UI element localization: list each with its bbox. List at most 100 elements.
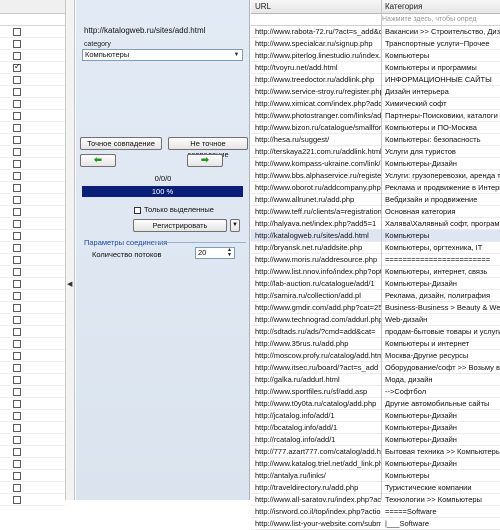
table-row[interactable]: http://bcatalog.info/add/1 Компьютеры-Диз…: [251, 422, 500, 434]
list-item[interactable]: [0, 194, 65, 206]
table-row[interactable]: http://www.katalog.triel.net/add_link.ph…: [251, 458, 500, 470]
row-checkbox[interactable]: [13, 28, 21, 36]
row-checkbox[interactable]: [13, 52, 21, 60]
row-checkbox[interactable]: [13, 472, 21, 480]
list-item[interactable]: [0, 26, 65, 38]
table-row[interactable]: http://galka.ru/addurl.html Мода, дизайн: [251, 374, 500, 386]
row-checkbox[interactable]: [13, 76, 21, 84]
row-checkbox[interactable]: [13, 484, 21, 492]
list-item[interactable]: [0, 266, 65, 278]
list-item[interactable]: [0, 494, 65, 506]
category-select[interactable]: Компьютеры ▼: [82, 49, 243, 61]
table-row[interactable]: http://rcatalog.info/add/1 Компьютеры-Диз…: [251, 434, 500, 446]
row-checkbox[interactable]: [13, 208, 21, 216]
table-filter-row[interactable]: Нажмите здесь, чтобы опред: [251, 14, 500, 26]
checkbox-icon[interactable]: [134, 206, 141, 214]
row-checkbox[interactable]: [13, 62, 21, 72]
list-item[interactable]: [0, 458, 65, 470]
row-checkbox[interactable]: [13, 340, 21, 348]
table-row[interactable]: http://bryansk.net.ru/addsite.php Компьют…: [251, 242, 500, 254]
list-item[interactable]: [0, 86, 65, 98]
list-item[interactable]: [0, 110, 65, 122]
list-item[interactable]: [0, 38, 65, 50]
list-item[interactable]: [0, 398, 65, 410]
list-item[interactable]: [0, 470, 65, 482]
list-item[interactable]: [0, 98, 65, 110]
table-row[interactable]: http://halyava.net/index.php?add5=1 Халяв…: [251, 218, 500, 230]
list-item[interactable]: [0, 422, 65, 434]
list-item[interactable]: [0, 482, 65, 494]
row-checkbox[interactable]: [13, 412, 21, 420]
column-header-category[interactable]: Категория: [385, 2, 422, 11]
table-row[interactable]: http://www.oborot.ru/addcompany.php Рекла…: [251, 182, 500, 194]
column-separator[interactable]: [381, 0, 382, 500]
list-item[interactable]: [0, 50, 65, 62]
table-row[interactable]: http://hesa.ru/suggest/Компьютеры: безоп…: [251, 134, 500, 146]
table-row[interactable]: http://www.technograd.com/addurl.php Web-…: [251, 314, 500, 326]
table-row[interactable]: http://traveldirectory.ru/add.php Туристи…: [251, 482, 500, 494]
list-item[interactable]: [0, 242, 65, 254]
row-checkbox[interactable]: [13, 364, 21, 372]
row-checkbox[interactable]: [13, 400, 21, 408]
row-checkbox[interactable]: [13, 184, 21, 192]
list-item[interactable]: [0, 254, 65, 266]
row-checkbox[interactable]: [13, 256, 21, 264]
list-item[interactable]: [0, 206, 65, 218]
table-row[interactable]: http://jcatalog.info/add/1 Компьютеры-Диз…: [251, 410, 500, 422]
table-row[interactable]: http://777.azart777.com/catalog/add.html…: [251, 446, 500, 458]
row-checkbox[interactable]: [13, 172, 21, 180]
table-row[interactable]: http://www.bizon.ru/catalogue/smallform.…: [251, 122, 500, 134]
row-checkbox[interactable]: [13, 424, 21, 432]
list-item[interactable]: [0, 230, 65, 242]
list-item[interactable]: [0, 134, 65, 146]
table-row[interactable]: http://www.moris.ru/addresource.php =====…: [251, 254, 500, 266]
table-row[interactable]: http://www.ximicat.com/index.php?add=ka Х…: [251, 98, 500, 110]
row-checkbox[interactable]: [13, 196, 21, 204]
list-item[interactable]: [0, 290, 65, 302]
list-item[interactable]: [0, 170, 65, 182]
register-button[interactable]: Регистрировать: [133, 219, 227, 232]
row-checkbox[interactable]: [13, 148, 21, 156]
list-item[interactable]: [0, 302, 65, 314]
list-item[interactable]: [0, 410, 65, 422]
row-checkbox[interactable]: [13, 100, 21, 108]
table-row[interactable]: http://www.bbs.alphaservice.ru/register/…: [251, 170, 500, 182]
table-row[interactable]: http://sdtads.ru/ads/?cmd=add&cat= продам…: [251, 326, 500, 338]
table-row[interactable]: http://www.treedoctor.ru/addlink.php ИНФО…: [251, 74, 500, 86]
row-checkbox[interactable]: [13, 496, 21, 504]
table-row[interactable]: http://tvoyru.net/add.html Компьютеры и п…: [251, 62, 500, 74]
table-row[interactable]: http://antalya.ru/links/Компьютеры: [251, 470, 500, 482]
list-item[interactable]: [0, 434, 65, 446]
table-row[interactable]: http://www.photostranger.com/links/add.p…: [251, 110, 500, 122]
exact-match-button[interactable]: Точное совпадение: [80, 137, 162, 150]
table-row[interactable]: http://www.teff.ru/clients/a=registratio…: [251, 206, 500, 218]
table-row[interactable]: http://www.allrunet.ru/add.php Вебдизайн …: [251, 194, 500, 206]
row-checkbox[interactable]: [13, 292, 21, 300]
row-checkbox[interactable]: [13, 352, 21, 360]
list-item[interactable]: [0, 278, 65, 290]
list-item[interactable]: [0, 62, 65, 74]
collapse-left-icon[interactable]: ◀: [67, 280, 72, 288]
row-checkbox[interactable]: [13, 40, 21, 48]
table-row[interactable]: http://www.list-your-website.com/submit.…: [251, 518, 500, 530]
list-item[interactable]: [0, 74, 65, 86]
list-item[interactable]: [0, 158, 65, 170]
table-row[interactable]: http://www.service-stroy.ru/register.php…: [251, 86, 500, 98]
table-row[interactable]: http://www.t0y0ta.ru/catalog/add.php Друг…: [251, 398, 500, 410]
threads-spinner[interactable]: 20 ▲ ▼: [195, 247, 235, 259]
previous-button[interactable]: ⬅: [80, 154, 116, 167]
next-button[interactable]: ➡: [187, 154, 223, 167]
list-item[interactable]: [0, 374, 65, 386]
table-row[interactable]: http://lab-auction.ru/catalogue/add/1 Ком…: [251, 278, 500, 290]
table-row[interactable]: http://www.specialcar.ru/signup.php Транс…: [251, 38, 500, 50]
row-checkbox[interactable]: [13, 112, 21, 120]
table-row[interactable]: http://www.rabota-72.ru/?act=s_add&cat Ва…: [251, 26, 500, 38]
row-checkbox[interactable]: [13, 232, 21, 240]
table-row[interactable]: http://www.35rus.ru/add.php Компьютеры и …: [251, 338, 500, 350]
table-row[interactable]: http://isrword.co.il/top/index.php?actio…: [251, 506, 500, 518]
row-checkbox[interactable]: [13, 328, 21, 336]
list-item[interactable]: [0, 218, 65, 230]
list-item[interactable]: [0, 350, 65, 362]
row-checkbox[interactable]: [13, 280, 21, 288]
row-checkbox[interactable]: [13, 220, 21, 228]
